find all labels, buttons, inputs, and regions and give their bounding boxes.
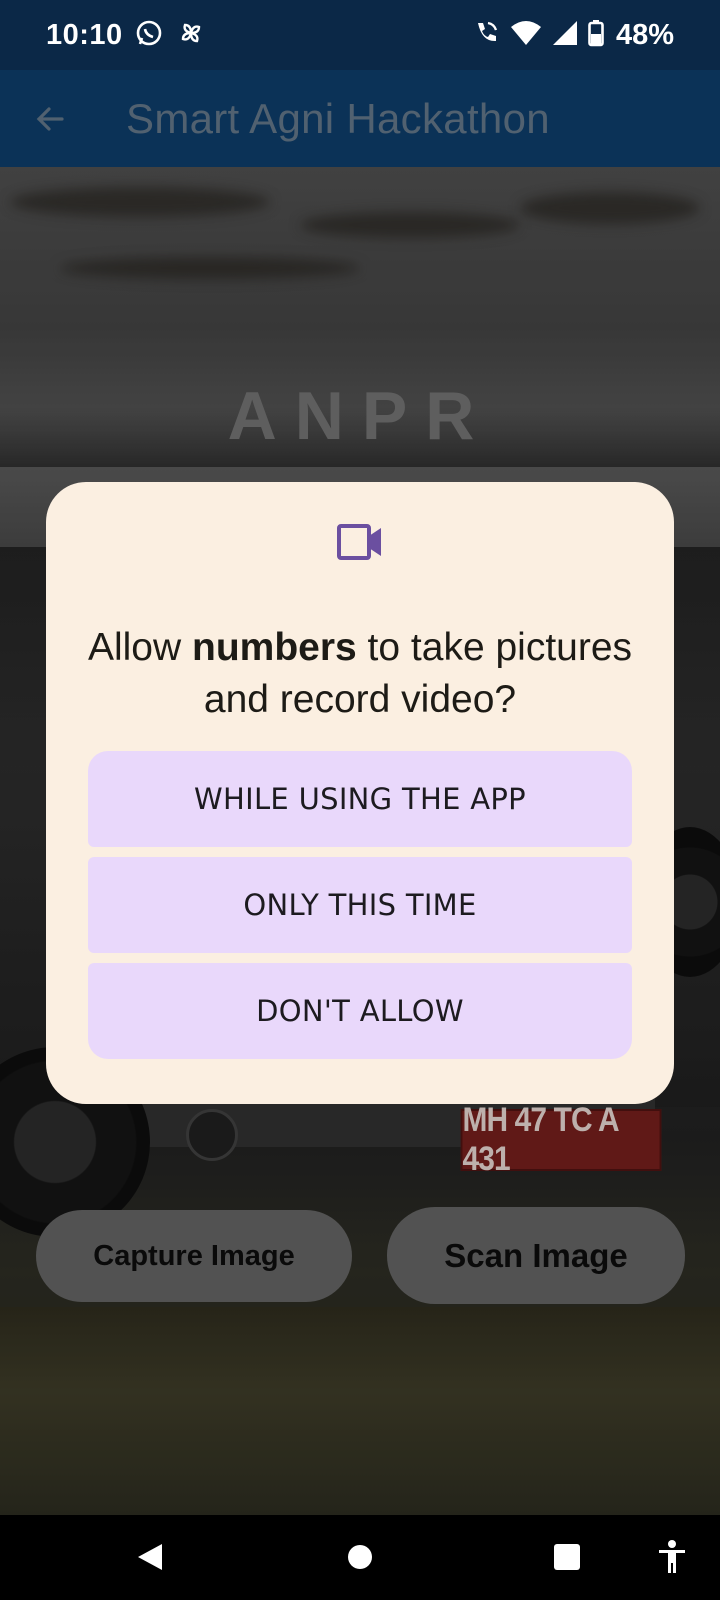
accessibility-icon[interactable] <box>642 1527 702 1587</box>
back-triangle-icon[interactable] <box>120 1527 180 1587</box>
while-using-app-button[interactable]: WHILE USING THE APP <box>88 751 632 847</box>
pinwheel-icon <box>177 19 205 52</box>
home-circle-icon[interactable] <box>330 1527 390 1587</box>
status-left-icons <box>135 19 205 52</box>
recents-square-icon[interactable] <box>537 1527 597 1587</box>
only-this-time-button[interactable]: ONLY THIS TIME <box>88 857 632 953</box>
dialog-title-prefix: Allow <box>87 626 193 669</box>
battery-icon <box>588 19 604 52</box>
signal-icon <box>552 20 578 51</box>
battery-percent: 48% <box>615 18 674 51</box>
whatsapp-icon <box>135 19 163 52</box>
dialog-title: Allow numbers to take pictures and recor… <box>46 622 674 726</box>
wifi-call-icon <box>472 19 500 52</box>
status-time: 10:10 <box>46 18 123 51</box>
videocam-icon <box>46 522 674 572</box>
status-bar: 10:10 48% <box>0 0 720 70</box>
dialog-title-app: numbers <box>192 626 357 669</box>
wifi-icon <box>510 19 542 52</box>
system-nav-bar <box>0 1515 720 1600</box>
status-right-icons: 48% <box>472 19 674 52</box>
dont-allow-button[interactable]: DON'T ALLOW <box>88 963 632 1059</box>
permission-dialog: Allow numbers to take pictures and recor… <box>46 482 674 1104</box>
